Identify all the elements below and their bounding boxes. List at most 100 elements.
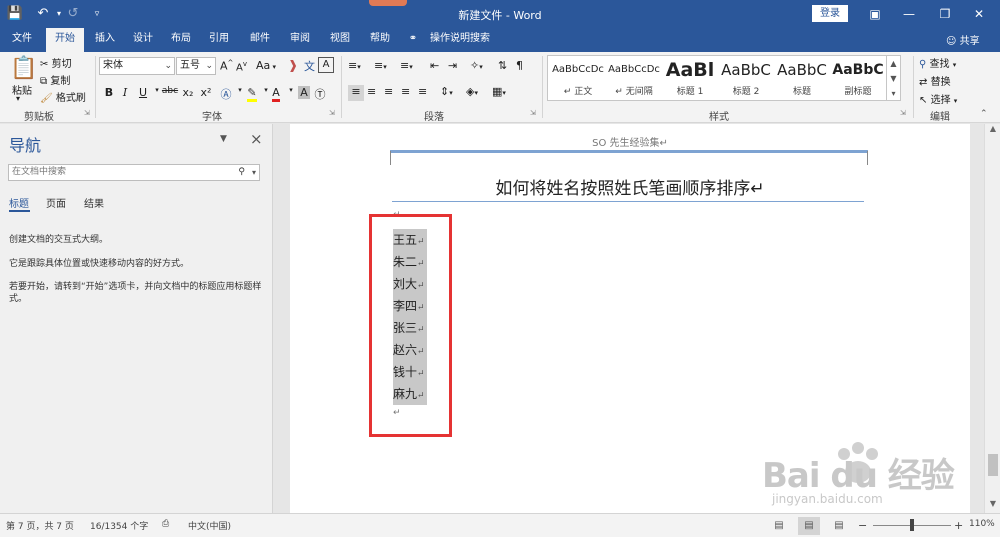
paste-dropdown-icon[interactable]: ▾ bbox=[16, 94, 20, 103]
restore-icon[interactable]: ❐ bbox=[934, 3, 956, 25]
chevron-down-icon[interactable]: ▾ bbox=[252, 165, 256, 180]
document-heading[interactable]: 如何将姓名按照姓氏笔画顺序排序↵ bbox=[290, 174, 970, 199]
styles-scroll[interactable]: ▲ ▼ ▾ bbox=[887, 55, 901, 101]
paste-button[interactable]: 粘贴 bbox=[12, 82, 32, 97]
font-launcher-icon[interactable]: ⇲ bbox=[329, 109, 335, 117]
nav-search-input[interactable]: 在文档中搜索 ⚲ ▾ bbox=[8, 164, 260, 181]
tab-layout[interactable]: 布局 bbox=[164, 28, 198, 52]
borders-icon[interactable]: ▦▾ bbox=[492, 85, 506, 98]
redo-icon[interactable]: ↺ bbox=[64, 5, 82, 23]
cut-button[interactable]: ✂ 剪切 bbox=[40, 55, 72, 70]
tab-design[interactable]: 设计 bbox=[126, 28, 160, 52]
search-icon[interactable]: ⚲ bbox=[238, 165, 245, 180]
grow-font-button[interactable]: A^ bbox=[220, 59, 233, 73]
find-button[interactable]: ⚲ 查找 ▾ bbox=[919, 55, 956, 70]
sort-icon[interactable]: ⇅ bbox=[498, 59, 507, 72]
close-icon[interactable]: ✕ bbox=[968, 3, 990, 25]
select-button[interactable]: ↖ 选择 ▾ bbox=[919, 91, 957, 106]
shading-icon[interactable]: ◈▾ bbox=[466, 85, 478, 98]
character-border-icon[interactable]: A bbox=[318, 57, 334, 73]
nav-tab-headings[interactable]: 标题 bbox=[9, 195, 29, 210]
scroll-down-icon[interactable]: ▼ bbox=[985, 499, 1000, 513]
show-marks-icon[interactable]: ¶ bbox=[516, 59, 523, 72]
tab-home[interactable]: 开始 bbox=[46, 28, 84, 52]
tab-view[interactable]: 视图 bbox=[322, 28, 358, 52]
share-button[interactable]: ☺ 共享 bbox=[946, 32, 980, 47]
bold-button[interactable]: B bbox=[101, 86, 117, 99]
vertical-scrollbar[interactable]: ▲ ▼ bbox=[984, 124, 1000, 513]
italic-button[interactable]: I bbox=[117, 86, 133, 99]
web-layout-icon[interactable]: ▤ bbox=[828, 517, 850, 535]
close-icon[interactable]: × bbox=[250, 130, 263, 148]
line-spacing-icon[interactable]: ⇕▾ bbox=[440, 85, 453, 98]
justify-icon[interactable]: ≡ bbox=[401, 85, 410, 98]
tell-me-search[interactable]: 操作说明搜索 bbox=[424, 28, 496, 52]
subscript-button[interactable]: x₂ bbox=[180, 86, 196, 99]
minimize-icon[interactable]: — bbox=[898, 3, 920, 25]
tab-review[interactable]: 审阅 bbox=[282, 28, 318, 52]
zoom-out-icon[interactable]: − bbox=[858, 519, 867, 532]
bullets-icon[interactable]: ≡▾ bbox=[348, 59, 361, 72]
superscript-button[interactable]: x² bbox=[198, 86, 214, 99]
tab-mailings[interactable]: 邮件 bbox=[242, 28, 278, 52]
nav-options-icon[interactable]: ▼ bbox=[220, 134, 227, 144]
decrease-indent-icon[interactable]: ⇤ bbox=[430, 59, 439, 72]
nav-tab-pages[interactable]: 页面 bbox=[46, 195, 66, 210]
styles-launcher-icon[interactable]: ⇲ bbox=[900, 109, 906, 117]
ribbon-display-icon[interactable]: ▣ bbox=[864, 3, 886, 25]
save-icon[interactable]: 💾 bbox=[6, 5, 24, 23]
font-name-combo[interactable]: 宋体 ⌄ bbox=[99, 57, 175, 75]
read-mode-icon[interactable]: ▤ bbox=[768, 517, 790, 535]
login-button[interactable]: 登录 bbox=[812, 5, 848, 22]
tab-references[interactable]: 引用 bbox=[202, 28, 236, 52]
customize-toolbar-icon[interactable]: ▿ bbox=[88, 5, 106, 23]
change-case-button[interactable]: Aa ▾ bbox=[256, 59, 276, 72]
style-heading-1[interactable]: AaBl 标题 1 bbox=[662, 56, 718, 100]
chevron-up-icon[interactable]: ▲ bbox=[887, 56, 900, 71]
chevron-down-icon[interactable]: ▼ bbox=[887, 71, 900, 86]
zoom-level[interactable]: 110% bbox=[969, 519, 995, 529]
font-size-combo[interactable]: 五号 ⌄ bbox=[176, 57, 216, 75]
character-shading-icon[interactable]: A bbox=[296, 86, 312, 99]
strikethrough-button[interactable]: abc bbox=[160, 86, 180, 96]
page-header[interactable]: SO 先生经验集↵ bbox=[290, 134, 970, 149]
style-subtitle[interactable]: AaBbC 副标题 bbox=[830, 56, 886, 100]
page-count[interactable]: 第 7 页，共 7 页 bbox=[6, 519, 74, 532]
clear-formatting-icon[interactable]: ❱ bbox=[288, 58, 298, 72]
paste-icon[interactable]: 📋 bbox=[10, 56, 37, 81]
tab-help[interactable]: 帮助 bbox=[362, 28, 398, 52]
format-painter-button[interactable]: 🖌 格式刷 bbox=[40, 89, 86, 104]
print-layout-icon[interactable]: ▤ bbox=[798, 517, 820, 535]
replace-button[interactable]: ⇄ 替换 bbox=[919, 73, 951, 88]
align-center-icon[interactable]: ≡ bbox=[367, 85, 376, 98]
nav-tab-results[interactable]: 结果 bbox=[84, 195, 104, 210]
style-no-spacing[interactable]: AaBbCcDc ↵ 无间隔 bbox=[606, 56, 662, 100]
proofing-icon[interactable]: ⎙ bbox=[162, 519, 169, 529]
clipboard-launcher-icon[interactable]: ⇲ bbox=[84, 109, 90, 117]
tab-file[interactable]: 文件 bbox=[4, 28, 40, 52]
collapse-ribbon-icon[interactable]: ⌃ bbox=[980, 109, 988, 119]
enclose-characters-icon[interactable]: Ⓣ bbox=[312, 86, 328, 102]
multilevel-list-icon[interactable]: ≡▾ bbox=[400, 59, 413, 72]
zoom-slider-thumb[interactable] bbox=[910, 519, 914, 531]
distributed-icon[interactable]: ≡ bbox=[418, 85, 427, 98]
paragraph-launcher-icon[interactable]: ⇲ bbox=[530, 109, 536, 117]
tab-insert[interactable]: 插入 bbox=[88, 28, 122, 52]
increase-indent-icon[interactable]: ⇥ bbox=[448, 59, 457, 72]
more-icon[interactable]: ▾ bbox=[887, 86, 900, 101]
zoom-in-icon[interactable]: + bbox=[954, 519, 963, 532]
align-right-icon[interactable]: ≡ bbox=[384, 85, 393, 98]
language[interactable]: 中文(中国) bbox=[188, 519, 231, 532]
font-color-button[interactable]: A bbox=[268, 86, 284, 102]
phonetic-guide-icon[interactable]: 文 bbox=[304, 58, 315, 74]
scroll-thumb[interactable] bbox=[988, 454, 998, 476]
style-title[interactable]: AaBbC 标题 bbox=[774, 56, 830, 100]
style-heading-2[interactable]: AaBbC 标题 2 bbox=[718, 56, 774, 100]
numbering-icon[interactable]: ≡▾ bbox=[374, 59, 387, 72]
align-left-icon[interactable]: ≡ bbox=[348, 85, 364, 101]
style-normal[interactable]: AaBbCcDc ↵ 正文 bbox=[550, 56, 606, 100]
chinese-layout-icon[interactable]: ✧▾ bbox=[470, 59, 483, 72]
shrink-font-button[interactable]: Av bbox=[236, 60, 247, 73]
word-count[interactable]: 16/1354 个字 bbox=[90, 519, 148, 532]
scroll-up-icon[interactable]: ▲ bbox=[985, 124, 1000, 138]
